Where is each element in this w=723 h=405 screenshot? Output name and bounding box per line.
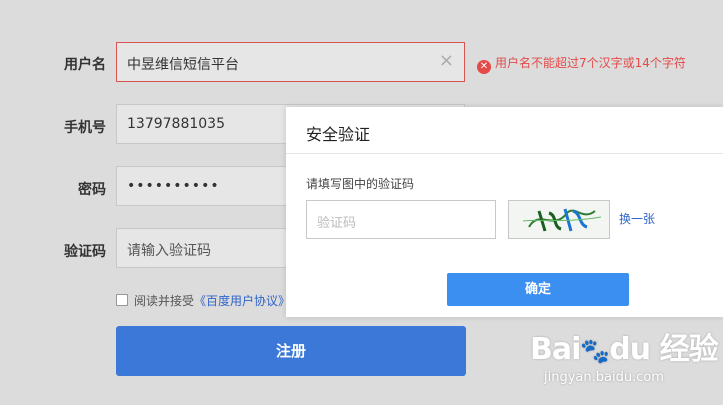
code-label: 验证码 (64, 244, 106, 260)
phone-value: 13797881035 (127, 116, 225, 132)
modal-hint: 请填写图中的验证码 (306, 177, 415, 191)
username-error: ✕ 用户名不能超过7个汉字或14个字符 (477, 54, 686, 74)
confirm-button[interactable]: 确定 (447, 273, 629, 306)
captcha-image[interactable] (508, 200, 610, 239)
watermark-logo: Bai🐾du 经验 (530, 332, 719, 367)
captcha-placeholder: 验证码 (317, 216, 357, 231)
username-error-text: 用户名不能超过7个汉字或14个字符 (495, 56, 686, 70)
modal-title: 安全验证 (306, 125, 371, 144)
code-placeholder: 请输入验证码 (127, 243, 211, 259)
username-field[interactable]: 中昱维信短信平台 × (116, 42, 465, 82)
clear-x-icon[interactable]: × (439, 52, 454, 70)
username-label: 用户名 (64, 57, 106, 73)
change-captcha-link[interactable]: 换一张 (619, 210, 655, 227)
modal-header: 安全验证 (286, 107, 723, 154)
agreement-row: 阅读并接受《百度用户协议》 (116, 292, 290, 309)
agree-checkbox[interactable] (116, 294, 128, 306)
captcha-glyphs (522, 208, 602, 232)
captcha-input[interactable]: 验证码 (306, 200, 496, 239)
watermark-url: jingyan.baidu.com (544, 370, 664, 385)
phone-label: 手机号 (64, 120, 106, 136)
password-value: •••••••••• (127, 178, 220, 194)
username-value: 中昱维信短信平台 (127, 57, 239, 73)
baidu-jingyan-watermark: Bai🐾du 经验 jingyan.baidu.com (530, 318, 720, 398)
error-circle-icon: ✕ (477, 60, 491, 74)
register-button[interactable]: 注册 (116, 326, 466, 376)
password-label: 密码 (78, 182, 106, 198)
agreement-link[interactable]: 《百度用户协议》 (194, 294, 290, 308)
agree-prefix: 阅读并接受 (134, 294, 195, 308)
security-modal: 安全验证 请填写图中的验证码 验证码 换一张 确定 (286, 107, 723, 317)
